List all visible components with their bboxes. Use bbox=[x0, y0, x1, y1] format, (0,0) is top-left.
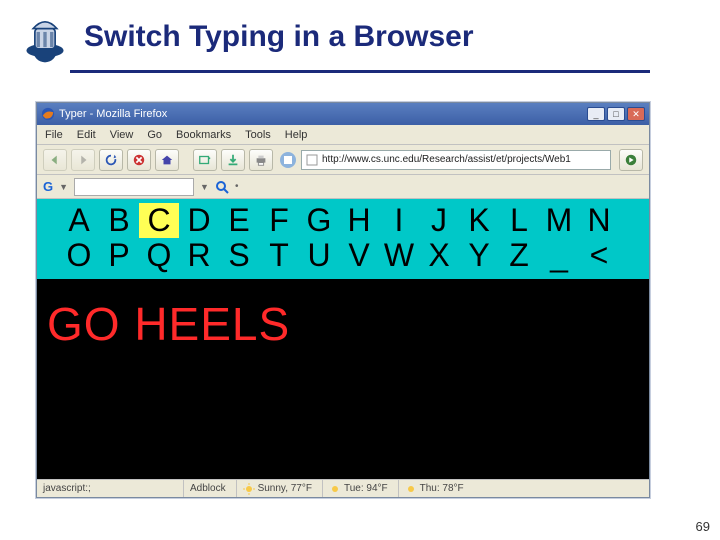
key-<[interactable]: < bbox=[579, 238, 619, 273]
key-A[interactable]: A bbox=[59, 203, 99, 238]
downloads-button[interactable] bbox=[221, 149, 245, 171]
key-O[interactable]: O bbox=[59, 238, 99, 273]
home-button[interactable] bbox=[155, 149, 179, 171]
unc-well-logo bbox=[18, 10, 72, 64]
window-title: Typer - Mozilla Firefox bbox=[59, 108, 167, 120]
keyboard-row-2: OPQRSTUVWXYZ_< bbox=[59, 238, 627, 273]
status-weather-now[interactable]: Sunny, 77°F bbox=[236, 480, 312, 497]
menu-edit[interactable]: Edit bbox=[77, 129, 96, 141]
keyboard-row-1: ABCDEFGHIJKLMN bbox=[59, 203, 627, 238]
unc-bookmark-icon[interactable] bbox=[279, 151, 297, 169]
key-Y[interactable]: Y bbox=[459, 238, 499, 273]
print-button[interactable] bbox=[249, 149, 273, 171]
google-search-icon[interactable] bbox=[215, 180, 229, 194]
key-_[interactable]: _ bbox=[539, 238, 579, 273]
key-W[interactable]: W bbox=[379, 238, 419, 273]
browser-window: Typer - Mozilla Firefox _ □ ✕ File Edit … bbox=[36, 102, 650, 498]
menu-file[interactable]: File bbox=[45, 129, 63, 141]
google-toolbar: G ▼ ▼ • bbox=[37, 175, 649, 199]
menu-bar: File Edit View Go Bookmarks Tools Help bbox=[37, 125, 649, 145]
key-P[interactable]: P bbox=[99, 238, 139, 273]
menu-bookmarks[interactable]: Bookmarks bbox=[176, 129, 231, 141]
status-bar: javascript:; Adblock Sunny, 77°F Tue: 94… bbox=[37, 479, 649, 497]
slide-number: 69 bbox=[696, 519, 710, 534]
back-button[interactable] bbox=[43, 149, 67, 171]
menu-help[interactable]: Help bbox=[285, 129, 308, 141]
go-button[interactable] bbox=[619, 149, 643, 171]
slide-header: Switch Typing in a Browser bbox=[0, 0, 720, 64]
stop-button[interactable] bbox=[127, 149, 151, 171]
key-V[interactable]: V bbox=[339, 238, 379, 273]
url-text: http://www.cs.unc.edu/Research/assist/et… bbox=[322, 154, 571, 165]
key-B[interactable]: B bbox=[99, 203, 139, 238]
new-tab-button[interactable] bbox=[193, 149, 217, 171]
status-adblock[interactable]: Adblock bbox=[183, 480, 226, 497]
key-J[interactable]: J bbox=[419, 203, 459, 238]
window-controls: _ □ ✕ bbox=[587, 107, 645, 121]
key-U[interactable]: U bbox=[299, 238, 339, 273]
key-L[interactable]: L bbox=[499, 203, 539, 238]
key-H[interactable]: H bbox=[339, 203, 379, 238]
key-M[interactable]: M bbox=[539, 203, 579, 238]
google-dropdown-icon[interactable]: ▼ bbox=[59, 182, 68, 192]
key-C[interactable]: C bbox=[139, 203, 179, 238]
title-underline bbox=[70, 70, 650, 73]
key-X[interactable]: X bbox=[419, 238, 459, 273]
key-I[interactable]: I bbox=[379, 203, 419, 238]
sun-icon bbox=[243, 483, 255, 495]
key-Q[interactable]: Q bbox=[139, 238, 179, 273]
address-bar[interactable]: http://www.cs.unc.edu/Research/assist/et… bbox=[301, 150, 611, 170]
onscreen-keyboard: ABCDEFGHIJKLMN OPQRSTUVWXYZ_< bbox=[37, 199, 649, 279]
key-F[interactable]: F bbox=[259, 203, 299, 238]
sun-icon bbox=[405, 483, 417, 495]
key-G[interactable]: G bbox=[299, 203, 339, 238]
google-search-input[interactable] bbox=[74, 178, 194, 196]
close-button[interactable]: ✕ bbox=[627, 107, 645, 121]
key-D[interactable]: D bbox=[179, 203, 219, 238]
key-N[interactable]: N bbox=[579, 203, 619, 238]
key-E[interactable]: E bbox=[219, 203, 259, 238]
menu-view[interactable]: View bbox=[110, 129, 134, 141]
menu-go[interactable]: Go bbox=[147, 129, 162, 141]
key-R[interactable]: R bbox=[179, 238, 219, 273]
menu-tools[interactable]: Tools bbox=[245, 129, 271, 141]
status-left: javascript:; bbox=[43, 480, 173, 497]
maximize-button[interactable]: □ bbox=[607, 107, 625, 121]
sun-icon bbox=[329, 483, 341, 495]
slide: Switch Typing in a Browser Typer - Mozil… bbox=[0, 0, 720, 540]
window-titlebar[interactable]: Typer - Mozilla Firefox _ □ ✕ bbox=[37, 103, 649, 125]
forward-button[interactable] bbox=[71, 149, 95, 171]
key-S[interactable]: S bbox=[219, 238, 259, 273]
minimize-button[interactable]: _ bbox=[587, 107, 605, 121]
slide-title: Switch Typing in a Browser bbox=[84, 20, 474, 54]
page-icon bbox=[306, 154, 318, 166]
typed-output: GO HEELS bbox=[37, 279, 649, 351]
key-T[interactable]: T bbox=[259, 238, 299, 273]
status-weather-thu[interactable]: Thu: 78°F bbox=[398, 480, 464, 497]
nav-toolbar: http://www.cs.unc.edu/Research/assist/et… bbox=[37, 145, 649, 175]
firefox-icon bbox=[41, 107, 55, 121]
status-weather-tue[interactable]: Tue: 94°F bbox=[322, 480, 388, 497]
google-logo[interactable]: G bbox=[43, 179, 53, 194]
reload-button[interactable] bbox=[99, 149, 123, 171]
page-content: ABCDEFGHIJKLMN OPQRSTUVWXYZ_< GO HEELS bbox=[37, 199, 649, 479]
key-K[interactable]: K bbox=[459, 203, 499, 238]
google-search-dropdown-icon[interactable]: ▼ bbox=[200, 182, 209, 192]
key-Z[interactable]: Z bbox=[499, 238, 539, 273]
